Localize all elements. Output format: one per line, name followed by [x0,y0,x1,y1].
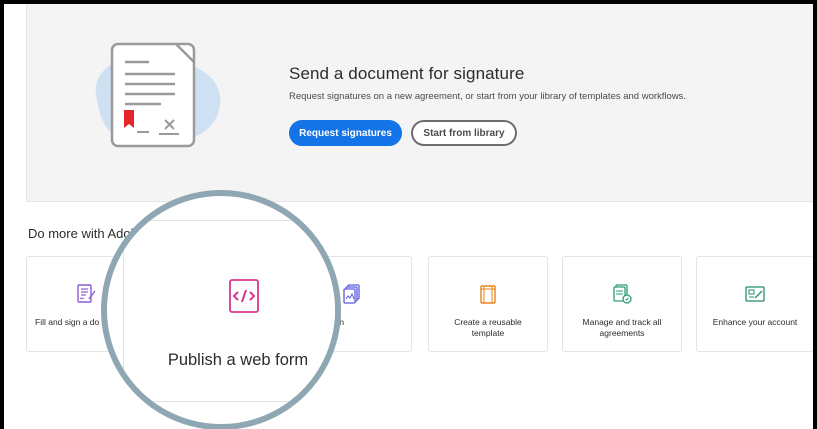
send-signature-banner: Send a document for signature Request si… [26,4,813,202]
card-manage-track[interactable]: Manage and track all agreements [562,256,682,352]
section-heading: Do more with Adol [28,226,134,241]
fill-sign-icon [77,284,96,303]
web-form-code-icon [229,279,259,313]
card-label: Create a reusable template [454,317,522,338]
hero-subtitle: Request signatures on a new agreement, o… [289,91,687,102]
card-label: Enhance your account [712,317,798,327]
web-form-label: Publish a web form [167,351,309,369]
template-icon [480,285,496,304]
card-create-template[interactable]: Create a reusable template [428,256,548,352]
card-label: Manage and track all agreements [582,317,662,338]
start-from-library-button[interactable]: Start from library [411,120,517,146]
app-frame: Send a document for signature Request si… [4,4,813,429]
bulk-send-icon [343,284,360,304]
hero-title: Send a document for signature [289,64,525,83]
magnifier-callout: Publish a web form [101,190,341,429]
document-signature-illustration [95,42,221,148]
card-enhance-account[interactable]: Enhance your account [696,256,813,352]
request-signatures-button[interactable]: Request signatures [289,120,402,146]
card-publish-web-form[interactable]: Publish a web form [123,220,335,402]
manage-track-icon [613,284,632,304]
enhance-account-icon [745,286,765,302]
